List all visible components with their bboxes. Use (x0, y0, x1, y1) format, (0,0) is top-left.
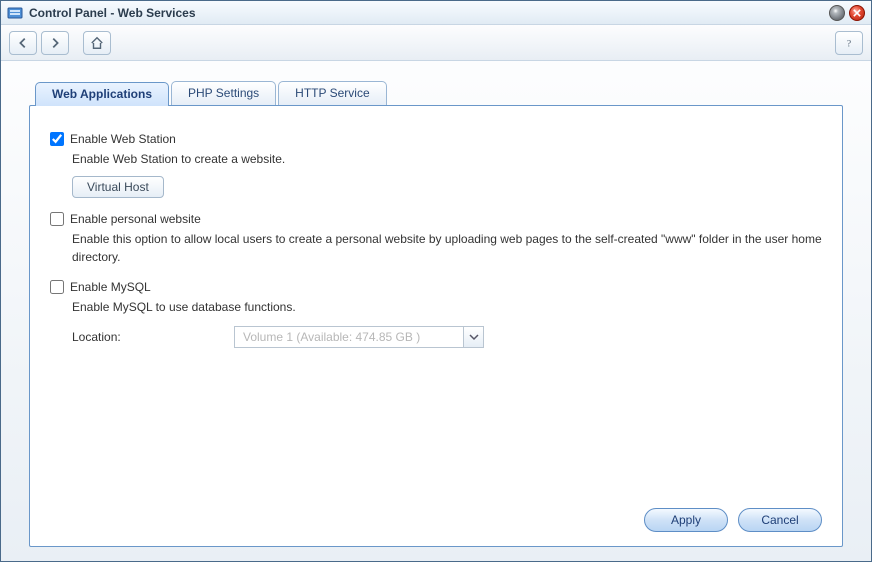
cancel-button[interactable]: Cancel (738, 508, 822, 532)
tab-label: HTTP Service (295, 86, 369, 100)
tab-php-settings[interactable]: PHP Settings (171, 81, 276, 105)
checkbox-web-station[interactable] (50, 132, 64, 146)
svg-text:?: ? (847, 38, 851, 49)
forward-button[interactable] (41, 31, 69, 55)
tab-label: Web Applications (52, 87, 152, 101)
location-label: Location: (72, 330, 222, 344)
tab-bar: Web Applications PHP Settings HTTP Servi… (35, 81, 843, 105)
titlebar: Control Panel - Web Services (1, 1, 871, 25)
content-area: Web Applications PHP Settings HTTP Servi… (1, 61, 871, 561)
checkbox-mysql[interactable] (50, 280, 64, 294)
button-label: Virtual Host (87, 180, 149, 194)
chevron-down-icon (463, 327, 483, 347)
app-icon (7, 5, 23, 21)
section-web-station: Enable Web Station Enable Web Station to… (50, 132, 822, 198)
tab-web-applications[interactable]: Web Applications (35, 82, 169, 106)
window: Control Panel - Web Services ? Web Appli… (0, 0, 872, 562)
back-button[interactable] (9, 31, 37, 55)
close-button[interactable] (849, 5, 865, 21)
home-button[interactable] (83, 31, 111, 55)
panel-footer: Apply Cancel (50, 498, 822, 532)
navbar: ? (1, 25, 871, 61)
section-personal-website: Enable personal website Enable this opti… (50, 212, 822, 266)
tab-label: PHP Settings (188, 86, 259, 100)
label-mysql: Enable MySQL (70, 280, 151, 294)
description-mysql: Enable MySQL to use database functions. (72, 298, 822, 316)
section-mysql: Enable MySQL Enable MySQL to use databas… (50, 280, 822, 348)
help-button[interactable]: ? (835, 31, 863, 55)
tab-http-service[interactable]: HTTP Service (278, 81, 386, 105)
apply-button[interactable]: Apply (644, 508, 728, 532)
minimize-button[interactable] (829, 5, 845, 21)
location-select-value: Volume 1 (Available: 474.85 GB ) (235, 330, 463, 344)
window-title: Control Panel - Web Services (29, 6, 196, 20)
description-web-station: Enable Web Station to create a website. (72, 150, 822, 168)
label-personal-website: Enable personal website (70, 212, 201, 226)
label-web-station: Enable Web Station (70, 132, 176, 146)
checkbox-personal-website[interactable] (50, 212, 64, 226)
button-label: Cancel (761, 513, 798, 527)
location-select[interactable]: Volume 1 (Available: 474.85 GB ) (234, 326, 484, 348)
virtual-host-button[interactable]: Virtual Host (72, 176, 164, 198)
description-personal-website: Enable this option to allow local users … (72, 230, 822, 266)
panel-web-applications: Enable Web Station Enable Web Station to… (29, 105, 843, 547)
button-label: Apply (671, 513, 701, 527)
